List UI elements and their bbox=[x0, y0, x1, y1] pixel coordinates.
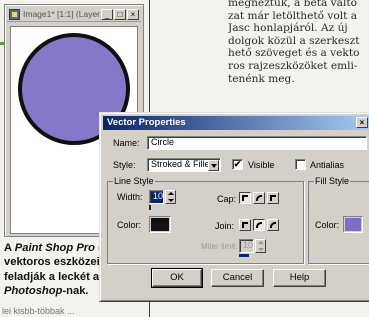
miter-limit-input[interactable]: 10 bbox=[239, 239, 254, 253]
width-input[interactable]: 10 bbox=[149, 190, 164, 204]
visible-checkbox[interactable]: ✔ bbox=[232, 159, 243, 170]
dialog-titlebar[interactable]: Vector Properties × bbox=[103, 116, 369, 130]
dialog-close-button[interactable]: × bbox=[356, 117, 368, 128]
line-style-label: Line Style bbox=[113, 176, 155, 186]
miter-slider-icon[interactable] bbox=[239, 254, 249, 257]
article-line: hető szöveget és a vekto bbox=[228, 47, 360, 60]
line-style-group: Line Style Width: 10 Color: Cap: Join: M… bbox=[107, 176, 304, 264]
name-label: Name: bbox=[113, 138, 140, 148]
antialias-label: Antialias bbox=[310, 160, 345, 170]
vector-properties-dialog[interactable]: Vector Properties × Name: Circle Style: … bbox=[99, 112, 369, 302]
footer-text-fragment: lei kisbb-többak ... bbox=[2, 306, 75, 316]
cap-round-icon[interactable] bbox=[253, 192, 265, 204]
help-button[interactable]: Help bbox=[273, 269, 326, 287]
article-text: megnéztük, a béta válto zat már letölthe… bbox=[228, 0, 369, 85]
line-color-swatch[interactable] bbox=[149, 216, 171, 233]
line-color-label: Color: bbox=[117, 220, 142, 230]
join-bevel-icon[interactable] bbox=[267, 219, 279, 231]
fill-color-fill bbox=[345, 218, 361, 231]
close-button[interactable]: × bbox=[127, 9, 139, 20]
image-window-titlebar[interactable]: Image1* [1:1] (Layer1) _ □ × bbox=[7, 7, 141, 22]
minimize-button[interactable]: _ bbox=[101, 9, 113, 20]
name-input[interactable]: Circle bbox=[147, 136, 367, 150]
article-line: dolgok közül a szerkeszt bbox=[228, 34, 360, 47]
width-slider-icon[interactable] bbox=[149, 205, 151, 210]
visible-label: Visible bbox=[248, 160, 275, 170]
ok-button[interactable]: OK bbox=[151, 268, 203, 288]
cap-butt-icon[interactable] bbox=[239, 192, 251, 204]
cancel-button[interactable]: Cancel bbox=[211, 269, 264, 287]
fill-color-label: Color: bbox=[315, 220, 340, 230]
image-window-title: Image1* [1:1] (Layer1) bbox=[23, 9, 108, 19]
miter-limit-spinner[interactable] bbox=[255, 239, 266, 253]
article-line: zat már letölthető volt a bbox=[228, 9, 358, 22]
chevron-down-icon[interactable] bbox=[208, 160, 219, 171]
line-color-fill bbox=[151, 218, 169, 231]
dialog-title: Vector Properties bbox=[107, 117, 186, 128]
fill-style-group: Fill Style Color: bbox=[308, 176, 369, 264]
article-line: megnéztük, a béta válto bbox=[228, 0, 358, 9]
article-line: tenénk meg. bbox=[228, 72, 295, 85]
join-label: Join: bbox=[215, 221, 235, 231]
style-select-value: Stroked & Filled bbox=[151, 159, 215, 169]
join-round-icon[interactable] bbox=[253, 219, 265, 231]
antialias-checkbox[interactable] bbox=[295, 159, 306, 170]
width-spinner[interactable] bbox=[165, 190, 176, 204]
article-line: ros rajzeszközöket emli- bbox=[228, 59, 358, 72]
style-label: Style: bbox=[113, 160, 136, 170]
image-document-icon bbox=[9, 8, 20, 20]
style-select[interactable]: Stroked & Filled bbox=[147, 158, 221, 172]
article-line: Jasc honlapjáról. Az új bbox=[228, 22, 348, 35]
cap-label: Cap: bbox=[217, 194, 237, 204]
join-miter-icon[interactable] bbox=[239, 219, 251, 231]
maximize-button[interactable]: □ bbox=[114, 9, 126, 20]
fill-style-label: Fill Style bbox=[314, 176, 351, 186]
fill-color-swatch[interactable] bbox=[343, 216, 363, 233]
width-label: Width: bbox=[117, 192, 143, 202]
cap-square-icon[interactable] bbox=[267, 192, 279, 204]
miter-limit-label: Miter limit: bbox=[201, 242, 238, 251]
